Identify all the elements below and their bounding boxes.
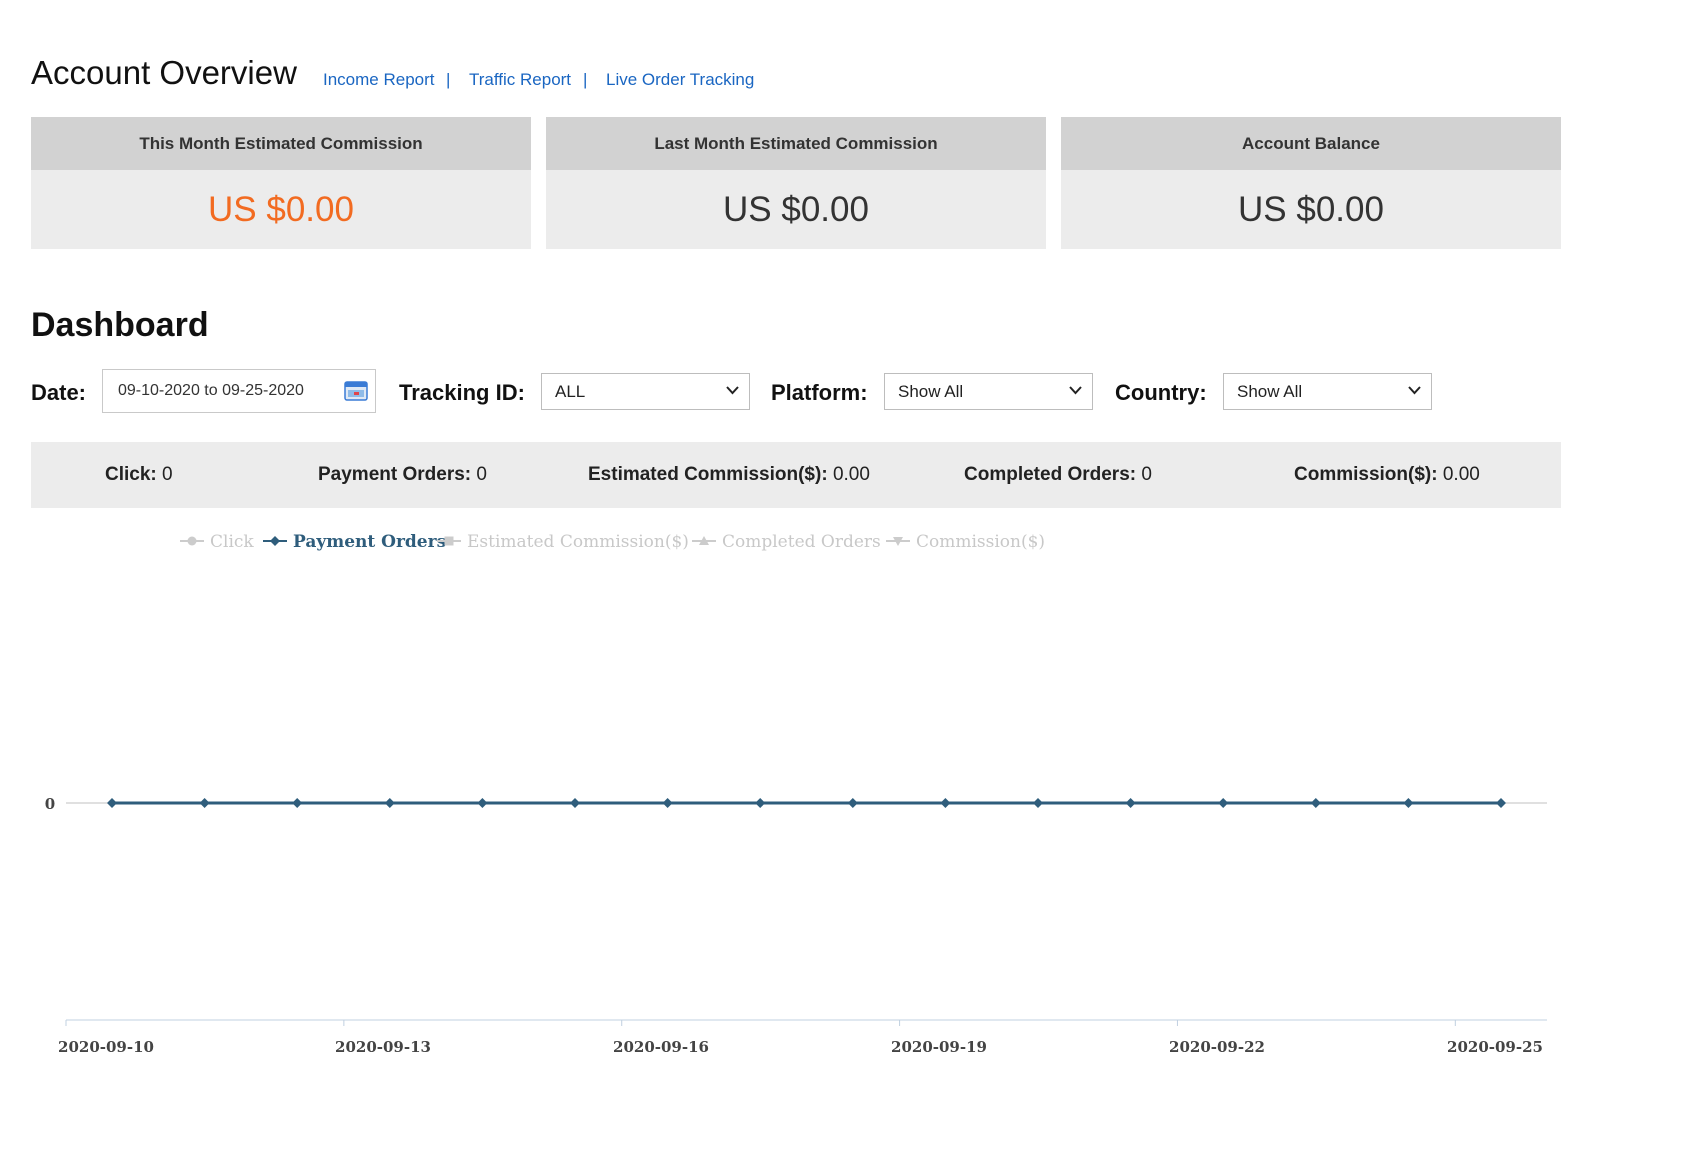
- dashboard-title: Dashboard: [31, 306, 209, 344]
- platform-select[interactable]: Show All: [884, 373, 1093, 410]
- data-point: [1310, 798, 1321, 808]
- platform-value: Show All: [898, 381, 964, 401]
- chevron-down-icon: [726, 386, 739, 395]
- data-point: [847, 798, 858, 808]
- data-point: [1125, 798, 1136, 808]
- data-point: [1496, 798, 1506, 808]
- summary-completed-orders: Completed Orders: 0: [964, 464, 1152, 486]
- summary-label: Completed Orders:: [964, 464, 1137, 485]
- tracking-id-select[interactable]: ALL: [541, 373, 750, 410]
- summary-label: Commission($):: [1294, 464, 1438, 485]
- summary-label: Estimated Commission($):: [588, 464, 828, 485]
- chevron-down-icon: [1069, 386, 1082, 395]
- legend-label: Commission($): [916, 532, 1045, 552]
- summary-value: 0: [476, 464, 487, 485]
- date-range-input[interactable]: 09-10-2020 to 09-25-2020: [102, 369, 376, 413]
- platform-label: Platform:: [771, 380, 868, 405]
- legend-marker-square: [444, 536, 454, 546]
- card-value: US $0.00: [723, 189, 869, 229]
- data-point: [662, 798, 673, 808]
- data-point: [199, 798, 210, 808]
- data-point: [1033, 798, 1043, 808]
- card-value: US $0.00: [1238, 189, 1384, 229]
- x-tick-label: 2020-09-25: [1447, 1038, 1543, 1056]
- country-label: Country:: [1115, 380, 1207, 405]
- data-point: [1403, 798, 1414, 808]
- summary-commission: Commission($): 0.00: [1294, 464, 1480, 486]
- date-label: Date:: [31, 380, 87, 405]
- x-tick-label: 2020-09-16: [613, 1038, 709, 1056]
- legend-label: Estimated Commission($): [467, 532, 689, 552]
- page-title: Account Overview: [31, 54, 297, 91]
- legend-marker-diamond: [270, 536, 280, 546]
- summary-value: 0.00: [832, 464, 870, 485]
- data-point: [755, 798, 766, 808]
- data-point: [107, 798, 117, 808]
- x-tick-label: 2020-09-10: [58, 1038, 154, 1056]
- calendar-icon[interactable]: [344, 381, 368, 401]
- date-range-value: 09-10-2020 to 09-25-2020: [118, 382, 304, 399]
- legend-label: Payment Orders: [293, 532, 446, 552]
- card-label: Last Month Estimated Commission: [546, 117, 1046, 170]
- data-point: [940, 798, 951, 808]
- this-month-commission-card: This Month Estimated Commission US $0.00: [31, 117, 531, 249]
- legend-label: Completed Orders: [722, 532, 881, 552]
- summary-label: Click:: [105, 464, 157, 485]
- summary-value: 0.00: [1442, 464, 1480, 485]
- data-point: [1218, 798, 1229, 808]
- tracking-id-value: ALL: [555, 381, 586, 401]
- data-point: [384, 798, 395, 808]
- card-label: This Month Estimated Commission: [31, 117, 531, 170]
- income-report-link[interactable]: Income Report: [323, 70, 435, 90]
- data-point: [292, 798, 303, 808]
- x-tick-label: 2020-09-13: [335, 1038, 431, 1056]
- country-select[interactable]: Show All: [1223, 373, 1432, 410]
- data-point: [477, 798, 488, 808]
- country-value: Show All: [1237, 381, 1303, 401]
- traffic-report-link[interactable]: Traffic Report: [469, 70, 571, 90]
- orders-chart: Click Payment Orders Estimated Commission(…: [45, 532, 1547, 1056]
- summary-value: 0: [162, 464, 173, 485]
- legend-marker-circle: [187, 536, 197, 546]
- link-separator: |: [583, 70, 588, 89]
- card-label: Account Balance: [1061, 117, 1561, 170]
- y-tick-label: 0: [45, 795, 55, 813]
- data-point: [570, 798, 580, 808]
- legend-label: Click: [210, 532, 254, 552]
- x-tick-label: 2020-09-19: [891, 1038, 987, 1056]
- chevron-down-icon: [1408, 386, 1421, 395]
- card-value: US $0.00: [208, 189, 354, 229]
- summary-value: 0: [1141, 464, 1152, 485]
- last-month-commission-card: Last Month Estimated Commission US $0.00: [546, 117, 1046, 249]
- x-tick-label: 2020-09-22: [1169, 1038, 1265, 1056]
- live-order-tracking-link[interactable]: Live Order Tracking: [606, 70, 754, 90]
- summary-label: Payment Orders:: [318, 464, 472, 485]
- summary-payment-orders: Payment Orders: 0: [318, 464, 487, 486]
- summary-estimated-commission: Estimated Commission($): 0.00: [588, 464, 870, 486]
- tracking-id-label: Tracking ID:: [399, 380, 525, 405]
- link-separator: |: [446, 70, 451, 89]
- account-balance-card: Account Balance US $0.00: [1061, 117, 1561, 249]
- summary-click: Click: 0: [105, 464, 173, 486]
